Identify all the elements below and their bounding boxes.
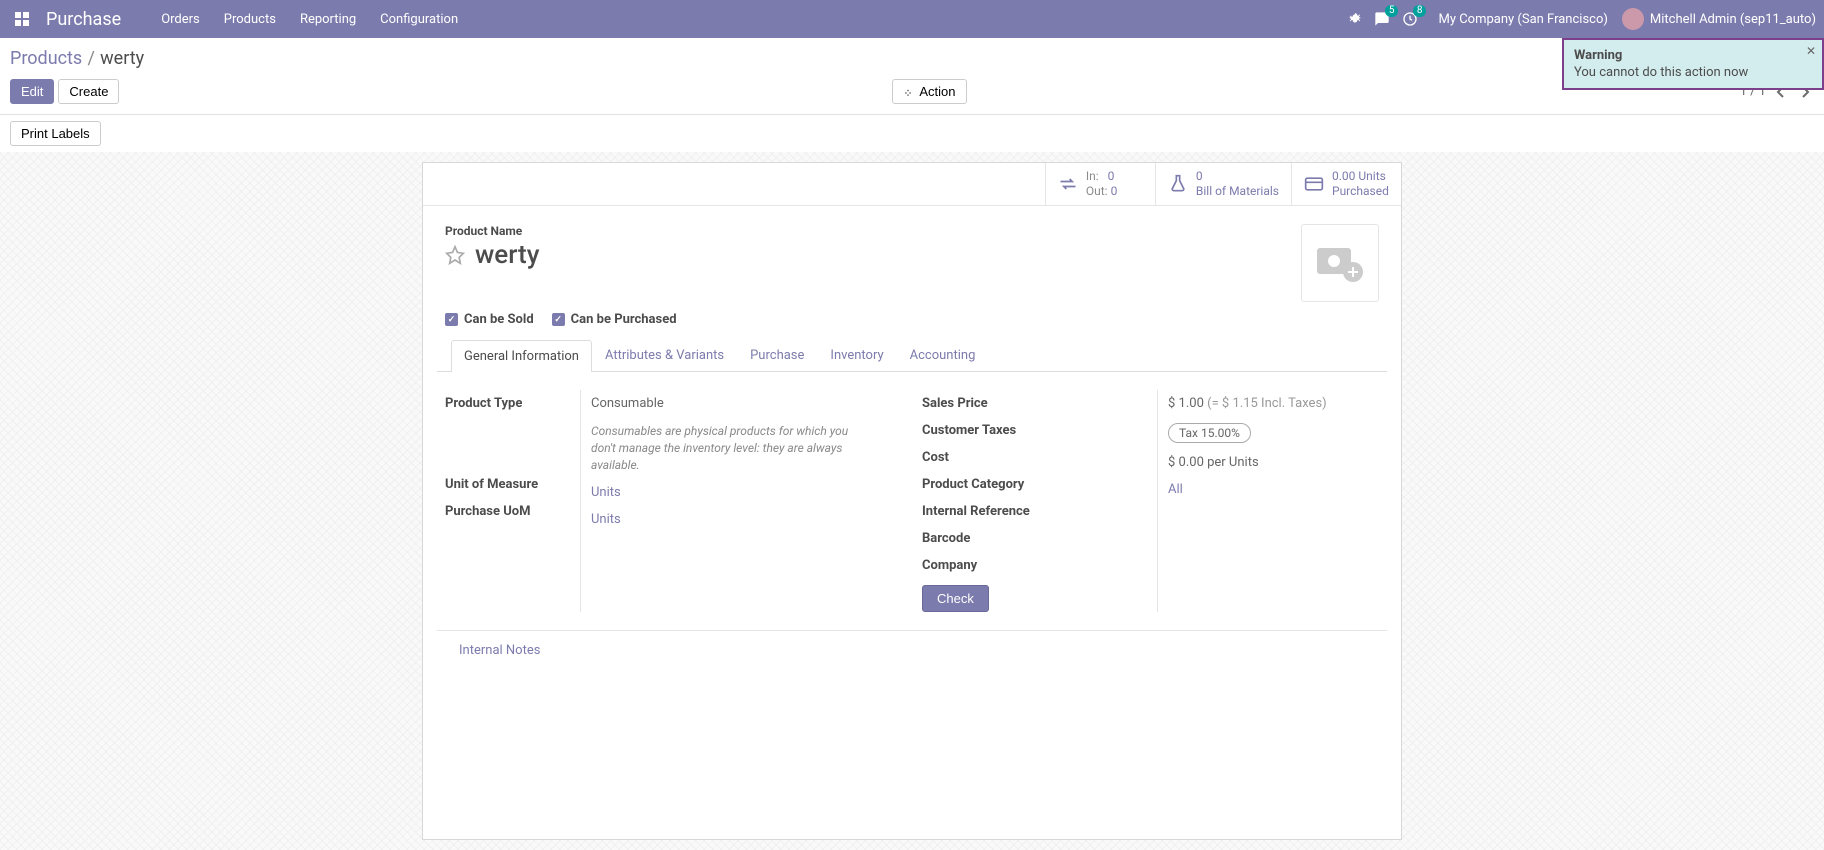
create-button[interactable]: Create	[58, 79, 119, 104]
can-be-sold-checkbox[interactable]: ✓ Can be Sold	[445, 312, 534, 327]
stat-purchased-button[interactable]: 0.00 Units Purchased	[1291, 163, 1401, 205]
menu-orders[interactable]: Orders	[161, 12, 200, 27]
flask-icon	[1168, 174, 1188, 194]
customer-taxes-label: Customer Taxes	[922, 423, 1087, 438]
tab-attributes-variants[interactable]: Attributes & Variants	[592, 339, 737, 371]
form-body: Product Type Unit of Measure Purchase Uo…	[423, 372, 1401, 630]
product-header: Product Name werty	[423, 206, 1401, 310]
favorite-star-icon[interactable]	[445, 245, 465, 265]
company-value	[1168, 563, 1379, 578]
menu-products[interactable]: Products	[224, 12, 276, 27]
internal-reference-value	[1168, 509, 1379, 524]
control-panel: Products / werty Edit Create Action 1 / …	[0, 38, 1824, 115]
barcode-value	[1168, 536, 1379, 551]
product-category-value[interactable]: All	[1168, 482, 1379, 497]
messages-badge: 5	[1385, 5, 1399, 17]
stat-purchased-label: Purchased	[1332, 184, 1389, 199]
cost-value: $ 0.00 per Units	[1168, 455, 1379, 470]
barcode-label: Barcode	[922, 531, 1087, 546]
sub-toolbar: Print Labels	[0, 115, 1824, 152]
product-image-placeholder[interactable]	[1301, 224, 1379, 302]
toast-close-icon[interactable]: ✕	[1806, 44, 1816, 58]
action-button-label: Action	[919, 84, 955, 99]
activities-icon[interactable]: 8	[1402, 11, 1418, 27]
stat-out-label: Out:	[1086, 184, 1108, 198]
form-column-left: Product Type Unit of Measure Purchase Uo…	[445, 390, 922, 612]
breadcrumb-current: werty	[100, 48, 144, 69]
stat-purchased-value: 0.00 Units	[1332, 169, 1389, 184]
product-name-label: Product Name	[445, 224, 1301, 238]
stat-bar: In: 0 Out: 0 0 Bill of Materials 0.0	[423, 163, 1401, 206]
stat-in-value: 0	[1108, 169, 1115, 183]
stat-out-value: 0	[1111, 184, 1118, 198]
cost-label: Cost	[922, 450, 1087, 465]
product-tabs: General Information Attributes & Variant…	[437, 339, 1387, 372]
toast-message: You cannot do this action now	[1574, 65, 1812, 80]
can-be-sold-label: Can be Sold	[464, 312, 534, 327]
stat-bom-value: 0	[1196, 169, 1279, 184]
breadcrumb-root[interactable]: Products	[10, 48, 82, 69]
can-be-purchased-label: Can be Purchased	[571, 312, 677, 327]
form-column-right: Sales Price Customer Taxes Cost Product …	[922, 390, 1379, 612]
warning-toast: ✕ Warning You cannot do this action now	[1562, 38, 1824, 90]
product-category-label: Product Category	[922, 477, 1087, 492]
edit-button[interactable]: Edit	[10, 79, 54, 104]
product-type-value: Consumable	[591, 396, 902, 411]
menu-configuration[interactable]: Configuration	[380, 12, 458, 27]
activities-badge: 8	[1413, 5, 1427, 17]
stat-bom-label: Bill of Materials	[1196, 184, 1279, 199]
transfer-icon	[1058, 174, 1078, 194]
user-name[interactable]: Mitchell Admin (sep11_auto)	[1650, 12, 1816, 27]
breadcrumb-separator: /	[87, 48, 94, 69]
tab-accounting[interactable]: Accounting	[897, 339, 989, 371]
breadcrumb: Products / werty	[0, 38, 1824, 73]
stat-in-label: In:	[1086, 169, 1099, 183]
purchase-uom-value[interactable]: Units	[591, 512, 902, 527]
stat-in-out-button[interactable]: In: 0 Out: 0	[1045, 163, 1155, 205]
uom-value[interactable]: Units	[591, 485, 902, 500]
stat-bom-button[interactable]: 0 Bill of Materials	[1155, 163, 1291, 205]
company-label: Company	[922, 558, 1087, 573]
action-button[interactable]: Action	[892, 79, 966, 104]
tab-purchase[interactable]: Purchase	[737, 339, 817, 371]
toast-title: Warning	[1574, 48, 1812, 63]
sales-price-label: Sales Price	[922, 396, 1087, 411]
product-type-label: Product Type	[445, 396, 580, 411]
tab-inventory[interactable]: Inventory	[817, 339, 896, 371]
sales-price-value: $ 1.00 (= $ 1.15 Incl. Taxes)	[1168, 396, 1379, 411]
top-nav: Purchase Orders Products Reporting Confi…	[0, 0, 1824, 38]
product-type-hint: Consumables are physical products for wh…	[591, 423, 871, 473]
user-avatar[interactable]	[1622, 8, 1644, 30]
product-flags: ✓ Can be Sold ✓ Can be Purchased	[423, 310, 1401, 339]
app-title[interactable]: Purchase	[46, 9, 121, 30]
menu-reporting[interactable]: Reporting	[300, 12, 356, 27]
tab-general-information[interactable]: General Information	[451, 340, 592, 372]
print-labels-button[interactable]: Print Labels	[10, 121, 101, 146]
checkmark-icon: ✓	[552, 313, 565, 326]
purchase-uom-label: Purchase UoM	[445, 504, 580, 519]
checkmark-icon: ✓	[445, 313, 458, 326]
apps-icon[interactable]	[14, 11, 40, 27]
debug-icon[interactable]	[1348, 12, 1362, 26]
customer-taxes-value: Tax 15.00%	[1168, 423, 1379, 443]
uom-label: Unit of Measure	[445, 477, 580, 492]
product-name: werty	[475, 240, 539, 270]
can-be-purchased-checkbox[interactable]: ✓ Can be Purchased	[552, 312, 677, 327]
check-button[interactable]: Check	[922, 585, 989, 612]
internal-notes-link[interactable]: Internal Notes	[437, 630, 1387, 694]
canvas: In: 0 Out: 0 0 Bill of Materials 0.0	[0, 152, 1824, 850]
form-sheet: In: 0 Out: 0 0 Bill of Materials 0.0	[422, 162, 1402, 840]
internal-reference-label: Internal Reference	[922, 504, 1087, 519]
credit-card-icon	[1304, 174, 1324, 194]
company-name[interactable]: My Company (San Francisco)	[1438, 12, 1607, 27]
messages-icon[interactable]: 5	[1374, 11, 1390, 27]
